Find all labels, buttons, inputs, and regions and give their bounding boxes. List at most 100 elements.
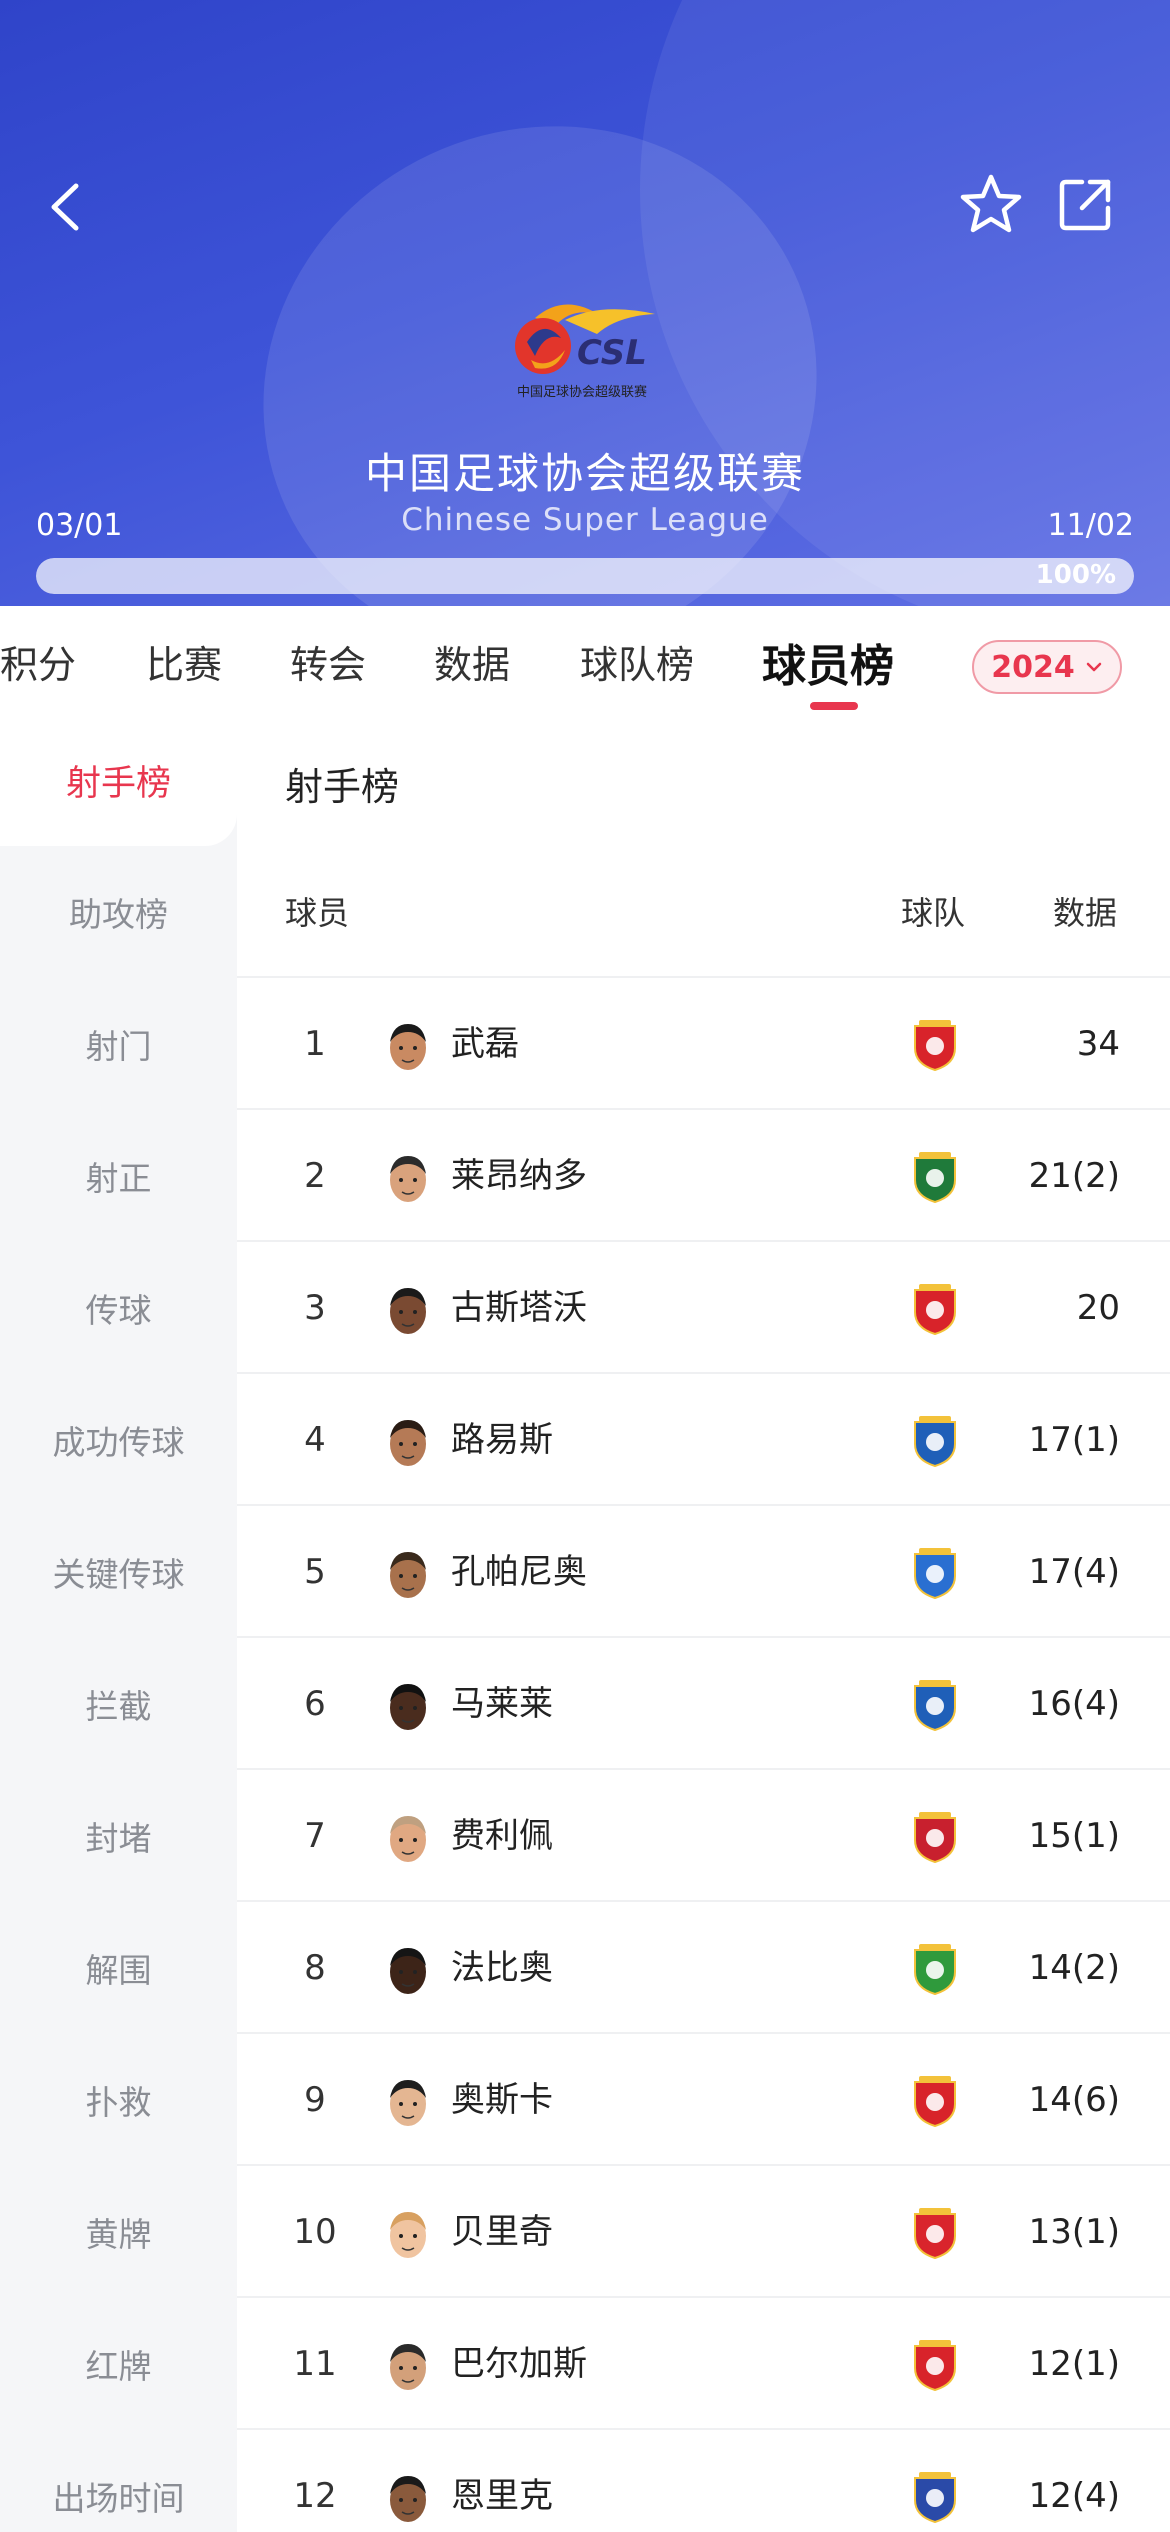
table-row[interactable]: 3 古斯塔沃 20 — [237, 1240, 1170, 1372]
goal-count: 17(4) — [1028, 1552, 1120, 1592]
csl-logo: CSL 中国足球协会超级联赛 — [515, 304, 655, 400]
sidebar-item-shots-on-target[interactable]: 射正 — [0, 1110, 237, 1242]
table-row[interactable]: 10 贝里奇 13(1) — [237, 2164, 1170, 2296]
tab-stats[interactable]: 数据 — [434, 634, 510, 689]
sidebar-item-interceptions[interactable]: 拦截 — [0, 1638, 237, 1770]
season-start-date: 03/01 — [36, 508, 123, 543]
player-name: 孔帕尼奥 — [451, 1552, 587, 1592]
shanghai-port-badge — [914, 1284, 956, 1336]
player-rank: 8 — [304, 1948, 326, 1988]
player-rank: 5 — [304, 1552, 326, 1592]
player-rank: 10 — [293, 2212, 337, 2252]
tab-transfers[interactable]: 转会 — [290, 634, 366, 689]
zhejiang-badge — [914, 1152, 956, 1204]
player-name: 贝里奇 — [451, 2212, 553, 2252]
share-icon[interactable] — [1058, 176, 1114, 232]
player-name: 奥斯卡 — [451, 2080, 553, 2120]
changchun-yatai-badge — [914, 2208, 956, 2260]
shanghai-port-badge — [914, 2076, 956, 2128]
player-avatar — [390, 1024, 426, 1070]
player-name: 马莱莱 — [451, 1684, 553, 1724]
rankings-panel: 射手榜 球员 球队 数据 1 武磊 34 2 莱昂纳多 21(2) 3 古斯塔沃 20 4 路易斯 1… — [237, 714, 1170, 2532]
tab-bar: 积分 比赛 转会 数据 球队榜 球员榜 2024 — [0, 606, 1170, 714]
sidebar-item-top-scorers[interactable]: 射手榜 — [0, 714, 237, 846]
beijing-guoan-badge — [914, 1944, 956, 1996]
goal-count: 14(2) — [1028, 1948, 1120, 1988]
chevron-down-icon — [1086, 662, 1101, 672]
player-name: 古斯塔沃 — [451, 1288, 587, 1328]
player-avatar — [390, 2212, 426, 2258]
player-rank: 12 — [293, 2476, 337, 2516]
sidebar-item-assists[interactable]: 助攻榜 — [0, 846, 237, 978]
tab-standings[interactable]: 积分 — [0, 634, 76, 689]
sidebar-item-shots[interactable]: 射门 — [0, 978, 237, 1110]
player-rank: 4 — [304, 1420, 326, 1460]
table-row[interactable]: 2 莱昂纳多 21(2) — [237, 1108, 1170, 1240]
player-name: 巴尔加斯 — [451, 2344, 587, 2384]
table-row[interactable]: 4 路易斯 17(1) — [237, 1372, 1170, 1504]
tab-team-rankings[interactable]: 球队榜 — [580, 634, 694, 689]
goal-count: 13(1) — [1028, 2212, 1120, 2252]
goal-count: 21(2) — [1028, 1156, 1120, 1196]
back-arrow-icon[interactable] — [42, 180, 88, 234]
column-header-data: 数据 — [1053, 894, 1118, 932]
shandong-taishan-badge — [914, 1548, 956, 1600]
tab-player-rankings[interactable]: 球员榜 — [762, 630, 894, 694]
sidebar-item-successful-passes[interactable]: 成功传球 — [0, 1374, 237, 1506]
tab-matches[interactable]: 比赛 — [146, 634, 222, 689]
table-row[interactable]: 8 法比奥 14(2) — [237, 1900, 1170, 2032]
season-progress-fill — [36, 558, 1134, 594]
sidebar-item-minutes-played[interactable]: 出场时间 — [0, 2430, 237, 2532]
svg-text:中国足球协会超级联赛: 中国足球协会超级联赛 — [517, 384, 647, 400]
table-row[interactable]: 1 武磊 34 — [237, 976, 1170, 1108]
season-end-date: 11/02 — [1047, 508, 1134, 543]
player-rank: 1 — [304, 1024, 326, 1064]
table-row[interactable]: 7 费利佩 15(1) — [237, 1768, 1170, 1900]
goal-count: 17(1) — [1028, 1420, 1120, 1460]
goal-count: 34 — [1076, 1024, 1120, 1064]
goal-count: 14(6) — [1028, 2080, 1120, 2120]
goal-count: 16(4) — [1028, 1684, 1120, 1724]
player-avatar — [390, 1816, 426, 1862]
player-avatar — [390, 2476, 426, 2522]
sidebar-item-passes[interactable]: 传球 — [0, 1242, 237, 1374]
table-row[interactable]: 9 奥斯卡 14(6) — [237, 2032, 1170, 2164]
player-avatar — [390, 1684, 426, 1730]
table-row[interactable]: 6 马莱莱 16(4) — [237, 1636, 1170, 1768]
league-title: 中国足球协会超级联赛 — [364, 449, 805, 498]
shanghai-port-badge — [914, 2340, 956, 2392]
table-row[interactable]: 11 巴尔加斯 12(1) — [237, 2296, 1170, 2428]
table-row[interactable]: 5 孔帕尼奥 17(4) — [237, 1504, 1170, 1636]
player-name: 武磊 — [451, 1024, 519, 1064]
sidebar-item-red-cards[interactable]: 红牌 — [0, 2298, 237, 2430]
table-row[interactable]: 12 恩里克 12(4) — [237, 2428, 1170, 2532]
player-rank: 9 — [304, 2080, 326, 2120]
player-name: 费利佩 — [451, 1816, 553, 1856]
season-selector[interactable]: 2024 — [972, 640, 1122, 694]
player-rank: 7 — [304, 1816, 326, 1856]
player-avatar — [390, 2344, 426, 2390]
player-avatar — [390, 1420, 426, 1466]
sidebar-item-blocks[interactable]: 封堵 — [0, 1770, 237, 1902]
goal-count: 20 — [1076, 1288, 1120, 1328]
section-title: 射手榜 — [285, 765, 400, 809]
season-label: 2024 — [991, 649, 1075, 685]
shanghai-port-badge — [914, 1020, 956, 1072]
sidebar-item-saves[interactable]: 扑救 — [0, 2034, 237, 2166]
player-name: 恩里克 — [451, 2476, 553, 2516]
active-tab-indicator — [810, 702, 858, 710]
favorite-star-icon[interactable] — [958, 172, 1024, 238]
svg-text:CSL: CSL — [577, 333, 647, 373]
sidebar-item-key-passes[interactable]: 关键传球 — [0, 1506, 237, 1638]
player-rank: 11 — [293, 2344, 337, 2384]
stat-category-sidebar: 射手榜 助攻榜 射门 射正 传球 成功传球 关键传球 拦截 封堵 解围 扑救 黄… — [0, 714, 237, 2532]
wuhan-threetowns-badge — [914, 2472, 956, 2524]
goal-count: 15(1) — [1028, 1816, 1120, 1856]
player-rank: 2 — [304, 1156, 326, 1196]
season-progress-bar: 100% — [36, 558, 1134, 594]
sidebar-item-clearances[interactable]: 解围 — [0, 1902, 237, 2034]
player-avatar — [390, 1288, 426, 1334]
player-avatar — [390, 2080, 426, 2126]
league-header: CSL 中国足球协会超级联赛 中国足球协会超级联赛 Chinese Super … — [0, 0, 1170, 606]
sidebar-item-yellow-cards[interactable]: 黄牌 — [0, 2166, 237, 2298]
